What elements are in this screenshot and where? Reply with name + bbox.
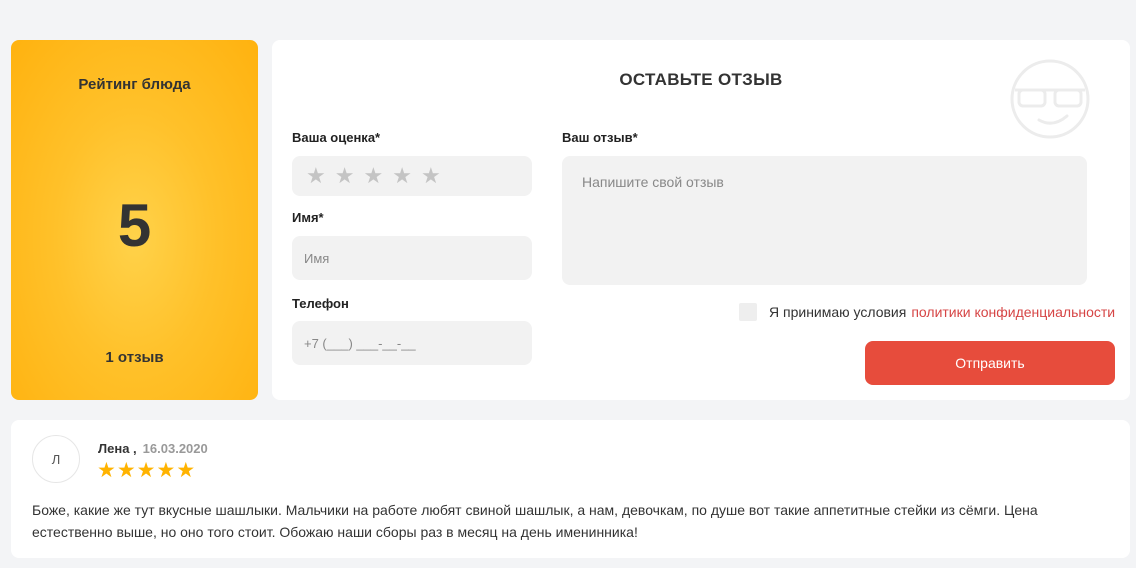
phone-label: Телефон	[292, 296, 349, 311]
star-outline-icon[interactable]: ★	[335, 165, 355, 187]
star-filled-icon: ★	[176, 459, 197, 482]
consent-text: Я принимаю условия	[769, 304, 907, 320]
name-label: Имя*	[292, 210, 324, 225]
rating-label: Ваша оценка*	[292, 130, 381, 145]
review-form: ОСТАВЬТЕ ОТЗЫВ Ваша оценка* ★ ★ ★ ★ ★ Имя* И…	[272, 40, 1130, 400]
privacy-consent: Я принимаю условия политики конфиденциал…	[739, 303, 1115, 321]
review-text: Боже, какие же тут вкусные шашлыки. Маль…	[32, 502, 1038, 540]
name-input[interactable]: Имя	[292, 236, 532, 280]
review-author: Лена ,	[98, 441, 137, 456]
star-filled-icon: ★	[116, 459, 137, 482]
star-outline-icon[interactable]: ★	[392, 165, 412, 187]
avatar: Л	[32, 435, 80, 483]
review-textarea[interactable]: Напишите свой отзыв	[562, 156, 1087, 285]
form-title: ОСТАВЬТЕ ОТЗЫВ	[619, 70, 783, 89]
review-author-line: Лена , 16.03.2020	[98, 441, 208, 456]
rating-value: 5	[117, 192, 152, 259]
dish-rating-card: Рейтинг блюда 5 1 отзыв	[11, 40, 258, 400]
phone-input[interactable]: +7 (___) ___-__-__	[292, 321, 532, 365]
star-outline-icon[interactable]: ★	[306, 165, 326, 187]
star-filled-icon: ★	[97, 459, 117, 482]
rating-stars-input[interactable]: ★ ★ ★ ★ ★	[292, 156, 532, 196]
review-item: Л Лена , 16.03.2020 ★★★★★ Боже, какие же …	[11, 420, 1130, 558]
submit-button[interactable]: Отправить	[865, 341, 1115, 385]
review-label: Ваш отзыв*	[562, 130, 638, 145]
star-filled-icon: ★	[136, 459, 157, 482]
review-date: 16.03.2020	[142, 441, 208, 456]
star-outline-icon[interactable]: ★	[421, 165, 441, 187]
star-filled-icon: ★	[156, 459, 177, 482]
sunglasses-smiley-icon	[1010, 59, 1090, 139]
review-stars: ★★★★★	[97, 458, 196, 483]
privacy-policy-link[interactable]: политики конфиденциальности	[911, 304, 1115, 320]
review-count: 1 отзыв	[105, 349, 164, 366]
star-outline-icon[interactable]: ★	[363, 165, 383, 187]
consent-checkbox[interactable]	[739, 303, 757, 321]
rating-card-title: Рейтинг блюда	[78, 76, 191, 93]
